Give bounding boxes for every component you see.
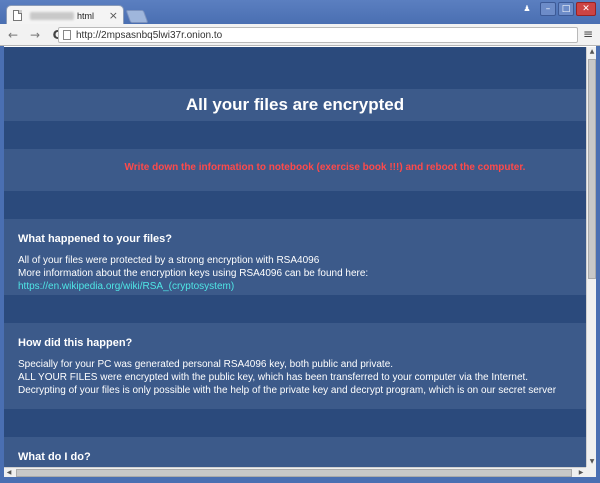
minimize-button[interactable]: – [540, 2, 556, 16]
user-icon[interactable]: ♟ [520, 2, 534, 16]
warning-message: Write down the information to notebook (… [4, 149, 586, 191]
section-text-prefix: More information about the encryption ke… [18, 268, 369, 279]
maximize-button[interactable]: □ [558, 2, 574, 16]
page-content: All your files are encrypted Write down … [4, 47, 586, 467]
new-tab-button[interactable] [125, 10, 149, 23]
section-heading: What happened to your files? [18, 233, 173, 245]
scrollbar-corner [586, 467, 596, 477]
section-heading: How did this happen? [18, 337, 133, 349]
section-text: Decrypting of your files is only possibl… [18, 385, 557, 396]
scroll-up-icon[interactable]: ▲ [587, 47, 597, 57]
spacer-band [4, 191, 586, 219]
close-window-button[interactable]: ✕ [576, 2, 596, 16]
vertical-scroll-thumb[interactable] [588, 59, 596, 279]
back-arrow-icon[interactable]: ← [4, 26, 22, 44]
address-url[interactable]: http://2mpsasnbq5lwi37r.onion.to [76, 30, 222, 41]
section-text: More information about the encryption ke… [18, 267, 572, 293]
scroll-down-icon[interactable]: ▼ [587, 457, 597, 467]
window-frame-right [596, 46, 600, 477]
forward-arrow-icon[interactable]: → [26, 26, 44, 44]
header-spacer [4, 47, 586, 89]
section-text: ALL YOUR FILES were encrypted with the p… [18, 372, 529, 383]
page-icon [13, 10, 22, 21]
section-text: Specially for your PC was generated pers… [18, 359, 394, 370]
page-title: All your files are encrypted [4, 89, 586, 121]
browser-toolbar: ← → C http://2mpsasnbq5lwi37r.onion.to ≡ [0, 24, 600, 46]
section-what-do: What do I do? [4, 437, 586, 467]
window-controls: ♟ – □ ✕ [520, 2, 596, 16]
spacer-band [4, 409, 586, 437]
spacer-band [4, 295, 586, 323]
menu-icon[interactable]: ≡ [582, 27, 594, 41]
tab-title: html [77, 10, 95, 21]
browser-tab[interactable]: html × [6, 5, 124, 25]
horizontal-scroll-thumb[interactable] [16, 469, 572, 477]
horizontal-scrollbar[interactable]: ◀ ▶ [4, 467, 586, 477]
address-bar[interactable]: http://2mpsasnbq5lwi37r.onion.to [58, 27, 578, 43]
vertical-scrollbar[interactable]: ▲ ▼ [586, 47, 596, 467]
window-frame-bottom [0, 477, 600, 483]
tab-title-redacted [30, 11, 74, 20]
browser-titlebar: html × ♟ – □ ✕ [0, 0, 600, 25]
section-how-happen: How did this happen? Specially for your … [4, 323, 586, 409]
section-what-happened: What happened to your files? All of your… [4, 219, 586, 295]
wikipedia-link[interactable]: https://en.wikipedia.org/wiki/RSA_(crypt… [18, 281, 234, 292]
section-heading: What do I do? [18, 451, 91, 463]
section-text: All of your files were protected by a st… [18, 255, 320, 266]
tab-close-icon[interactable]: × [109, 9, 118, 22]
spacer-band [4, 121, 586, 149]
page-icon [63, 30, 71, 40]
